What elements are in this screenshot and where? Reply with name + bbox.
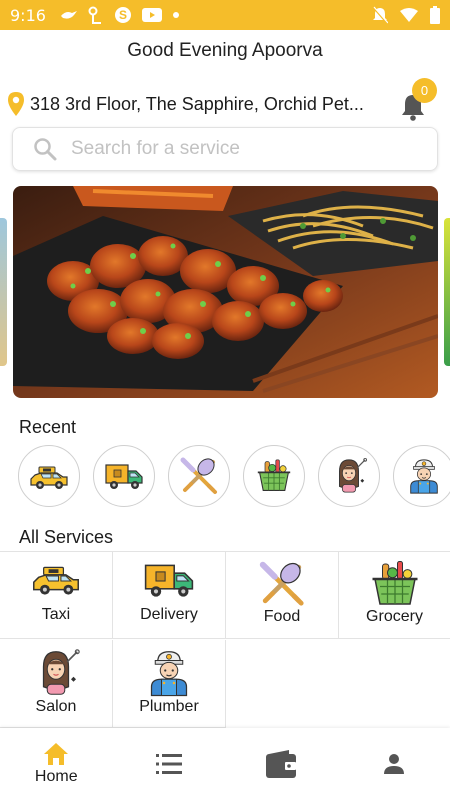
list-icon <box>155 754 182 774</box>
notifications-button[interactable]: 0 <box>400 78 437 121</box>
bird-icon <box>60 11 77 19</box>
recent-item-plumber[interactable] <box>393 445 450 507</box>
plumber-icon <box>150 651 188 697</box>
food-icon <box>179 456 219 496</box>
search-input[interactable] <box>71 138 401 160</box>
greeting-title: Good Evening Apoorva <box>127 40 323 61</box>
service-label: Taxi <box>41 606 71 623</box>
taxi-icon <box>30 466 68 490</box>
salon-icon <box>338 457 368 493</box>
nav-wallet[interactable] <box>225 728 338 800</box>
key-icon <box>88 6 101 24</box>
service-label: Grocery <box>366 608 423 625</box>
grocery-basket-icon <box>256 458 292 492</box>
youtube-icon <box>141 8 162 22</box>
svg-text:S: S <box>119 8 127 22</box>
recent-section-title: Recent <box>19 417 77 437</box>
service-plumber[interactable]: Plumber <box>113 640 226 728</box>
service-label: Food <box>263 608 301 625</box>
service-grocery[interactable]: Grocery <box>339 551 450 639</box>
dot-icon <box>172 12 179 18</box>
service-taxi[interactable]: Taxi <box>0 551 113 639</box>
profile-icon <box>383 754 404 774</box>
all-services-title: All Services <box>19 527 114 547</box>
nav-home[interactable]: Home <box>0 728 113 800</box>
recent-item-delivery[interactable] <box>93 445 155 507</box>
food-icon <box>257 560 307 608</box>
home-icon <box>44 743 69 765</box>
location-bar[interactable]: 318 3rd Floor, The Sapphire, Orchid Pet.… <box>6 78 446 124</box>
carousel-prev-peek[interactable] <box>0 218 7 366</box>
battery-icon <box>430 6 440 24</box>
salon-icon <box>42 649 80 696</box>
search-icon <box>34 138 57 161</box>
service-food[interactable]: Food <box>226 551 339 639</box>
wifi-icon <box>400 8 418 22</box>
recent-item-taxi[interactable] <box>18 445 80 507</box>
search-bar[interactable] <box>12 127 438 171</box>
service-label: Plumber <box>139 698 199 715</box>
taxi-icon <box>33 566 79 596</box>
recent-item-grocery[interactable] <box>243 445 305 507</box>
address-text[interactable]: 318 3rd Floor, The Sapphire, Orchid Pet.… <box>30 94 388 115</box>
status-bar: 9:16 S <box>0 0 450 30</box>
mute-icon <box>372 6 388 24</box>
grocery-basket-icon <box>370 560 419 606</box>
carousel-next-peek[interactable] <box>444 218 450 366</box>
delivery-truck-icon <box>144 564 194 598</box>
promo-banner[interactable] <box>13 186 438 398</box>
location-pin-icon <box>8 92 24 116</box>
service-delivery[interactable]: Delivery <box>113 551 226 639</box>
recent-item-salon[interactable] <box>318 445 380 507</box>
status-time: 9:16 <box>10 5 46 25</box>
skype-icon: S <box>114 7 131 23</box>
plumber-icon <box>410 459 438 494</box>
nav-orders[interactable] <box>113 728 226 800</box>
recent-list <box>18 445 450 509</box>
service-label: Delivery <box>140 606 198 623</box>
delivery-truck-icon <box>105 464 143 490</box>
bottom-nav: Home <box>0 728 450 800</box>
chicken-dish-image <box>13 186 438 398</box>
notification-badge: 0 <box>412 78 437 103</box>
nav-home-label: Home <box>34 768 78 785</box>
service-salon[interactable]: Salon <box>0 640 113 728</box>
nav-profile[interactable] <box>338 728 450 800</box>
recent-item-food[interactable] <box>168 445 230 507</box>
wallet-icon <box>266 750 297 778</box>
service-label: Salon <box>35 698 77 715</box>
